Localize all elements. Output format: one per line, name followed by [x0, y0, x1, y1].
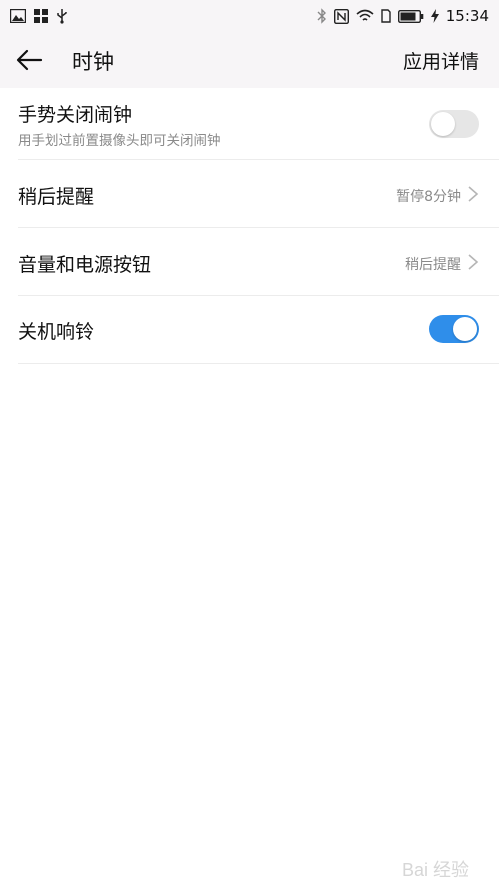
setting-title: 关机响铃 — [18, 321, 95, 343]
setting-title: 稍后提醒 — [18, 186, 95, 208]
setting-subtitle: 用手划过前置摄像头即可关闭闹钟 — [18, 133, 221, 149]
settings-list: 手势关闭闹钟 用手划过前置摄像头即可关闭闹钟 稍后提醒 暂停8分钟 音量和电源按… — [0, 88, 499, 364]
sim-icon — [381, 9, 391, 23]
ring-when-off-toggle[interactable] — [429, 315, 479, 343]
setting-volume-power-buttons[interactable]: 音量和电源按钮 稍后提醒 — [0, 228, 499, 296]
usb-icon — [57, 9, 67, 24]
image-icon — [10, 9, 26, 23]
back-button[interactable] — [14, 44, 46, 76]
setting-gesture-close-alarm[interactable]: 手势关闭闹钟 用手划过前置摄像头即可关闭闹钟 — [0, 88, 499, 160]
status-right-icons: 15:34 — [317, 6, 489, 26]
back-arrow-icon — [16, 49, 43, 71]
charging-icon — [430, 9, 439, 23]
status-left-icons — [10, 7, 68, 25]
status-bar: 15:34 — [0, 0, 499, 32]
setting-snooze[interactable]: 稍后提醒 暂停8分钟 — [0, 160, 499, 228]
setting-title: 手势关闭闹钟 — [18, 104, 133, 126]
chevron-right-icon — [468, 254, 479, 270]
app-bar: 时钟 应用详情 — [0, 32, 499, 88]
setting-value: 暂停8分钟 — [396, 189, 461, 205]
status-time: 15:34 — [445, 7, 489, 25]
setting-title: 音量和电源按钮 — [18, 254, 152, 276]
nfc-icon — [333, 8, 349, 24]
row-divider — [18, 363, 499, 364]
gesture-close-toggle[interactable] — [429, 110, 479, 138]
wifi-icon — [356, 9, 374, 21]
grid-icon — [34, 9, 48, 23]
setting-ring-when-off[interactable]: 关机响铃 — [0, 296, 499, 364]
app-details-button[interactable]: 应用详情 — [403, 47, 479, 74]
page-title: 时钟 — [72, 50, 114, 74]
battery-icon — [397, 9, 424, 23]
toggle-knob — [453, 317, 477, 341]
toggle-knob — [431, 112, 455, 136]
setting-value: 稍后提醒 — [405, 257, 461, 273]
watermark: Bai 经验 — [401, 860, 469, 880]
chevron-right-icon — [468, 186, 479, 202]
bluetooth-icon — [317, 8, 326, 24]
